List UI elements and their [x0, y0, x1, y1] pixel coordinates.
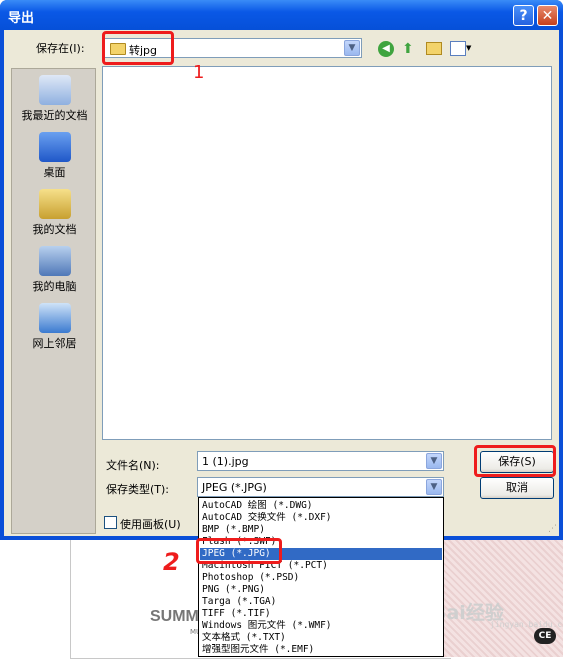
- chevron-down-icon[interactable]: ▼: [426, 453, 442, 469]
- up-folder-icon[interactable]: ⬆: [402, 41, 414, 57]
- my-documents-icon: [38, 189, 71, 219]
- ce-mark: CE: [534, 628, 556, 644]
- filetype-option[interactable]: Targa (*.TGA): [200, 596, 442, 608]
- filename-value: 1 (1).jpg: [202, 455, 249, 468]
- highlight-save-button: [474, 445, 556, 477]
- cancel-button[interactable]: 取消: [480, 477, 554, 499]
- close-button[interactable]: ✕: [537, 5, 558, 26]
- back-icon[interactable]: ◀: [378, 41, 394, 57]
- places-bar: 我最近的文档 桌面 我的文档 我的电脑 网上邻居: [11, 68, 96, 534]
- chevron-down-icon[interactable]: ▼: [426, 479, 442, 495]
- place-recent[interactable]: 我最近的文档: [12, 75, 97, 123]
- place-my-documents[interactable]: 我的文档: [12, 189, 97, 237]
- filetype-option[interactable]: 文本格式 (*.TXT): [200, 632, 442, 644]
- place-network[interactable]: 网上邻居: [12, 303, 97, 351]
- filetype-option[interactable]: TIFF (*.TIF): [200, 608, 442, 620]
- view-menu-icon[interactable]: [450, 41, 466, 56]
- annotation-step-1: 1: [193, 62, 205, 83]
- filetype-options-list[interactable]: AutoCAD 绘图 (*.DWG) AutoCAD 交换文件 (*.DXF) …: [198, 497, 444, 657]
- place-recent-label: 我最近的文档: [21, 109, 88, 122]
- filename-label: 文件名(N):: [106, 459, 160, 472]
- filetype-label: 保存类型(T):: [106, 483, 170, 496]
- highlight-jpeg-option: [196, 538, 282, 564]
- filetype-option[interactable]: PNG (*.PNG): [200, 584, 442, 596]
- filetype-value: JPEG (*.JPG): [202, 481, 267, 494]
- filetype-option[interactable]: BMP (*.BMP): [200, 524, 442, 536]
- place-my-computer[interactable]: 我的电脑: [12, 246, 97, 294]
- save-in-label: 保存在(I):: [36, 42, 85, 55]
- file-list[interactable]: [102, 66, 552, 440]
- filetype-dropdown[interactable]: JPEG (*.JPG) ▼: [197, 477, 444, 497]
- filetype-option[interactable]: AutoCAD 交换文件 (*.DXF): [200, 512, 442, 524]
- filetype-option[interactable]: AutoCAD 绘图 (*.DWG): [200, 500, 442, 512]
- network-places-icon: [38, 303, 71, 333]
- background-logo-text: SUMM: [150, 608, 199, 625]
- watermark-url: jingyan.baidu.com: [490, 620, 563, 629]
- filename-field[interactable]: 1 (1).jpg ▼: [197, 451, 444, 471]
- place-desktop-label: 桌面: [43, 166, 66, 179]
- filetype-option[interactable]: Windows 图元文件 (*.WMF): [200, 620, 442, 632]
- dialog-title: 导出: [8, 11, 35, 26]
- place-my-computer-label: 我的电脑: [32, 280, 77, 293]
- view-menu-arrow-icon[interactable]: ▼: [466, 44, 471, 52]
- desktop-icon: [38, 132, 71, 162]
- filetype-option[interactable]: 增强型图元文件 (*.EMF): [200, 644, 442, 656]
- help-button[interactable]: ?: [513, 5, 534, 26]
- place-desktop[interactable]: 桌面: [12, 132, 97, 180]
- use-artboard-label: 使用画板(U): [120, 518, 181, 531]
- use-artboard-checkbox[interactable]: [104, 516, 117, 529]
- place-network-label: 网上邻居: [32, 337, 77, 350]
- title-bar[interactable]: [0, 0, 563, 30]
- resize-grip-icon[interactable]: ⋰: [548, 524, 557, 534]
- chevron-down-icon[interactable]: ▼: [344, 40, 360, 56]
- highlight-save-in: [102, 31, 174, 65]
- place-my-documents-label: 我的文档: [32, 223, 77, 236]
- annotation-step-2: 2: [163, 548, 180, 576]
- my-computer-icon: [38, 246, 71, 276]
- recent-documents-icon: [38, 75, 71, 105]
- new-folder-icon[interactable]: [426, 42, 442, 55]
- filetype-option[interactable]: Photoshop (*.PSD): [200, 572, 442, 584]
